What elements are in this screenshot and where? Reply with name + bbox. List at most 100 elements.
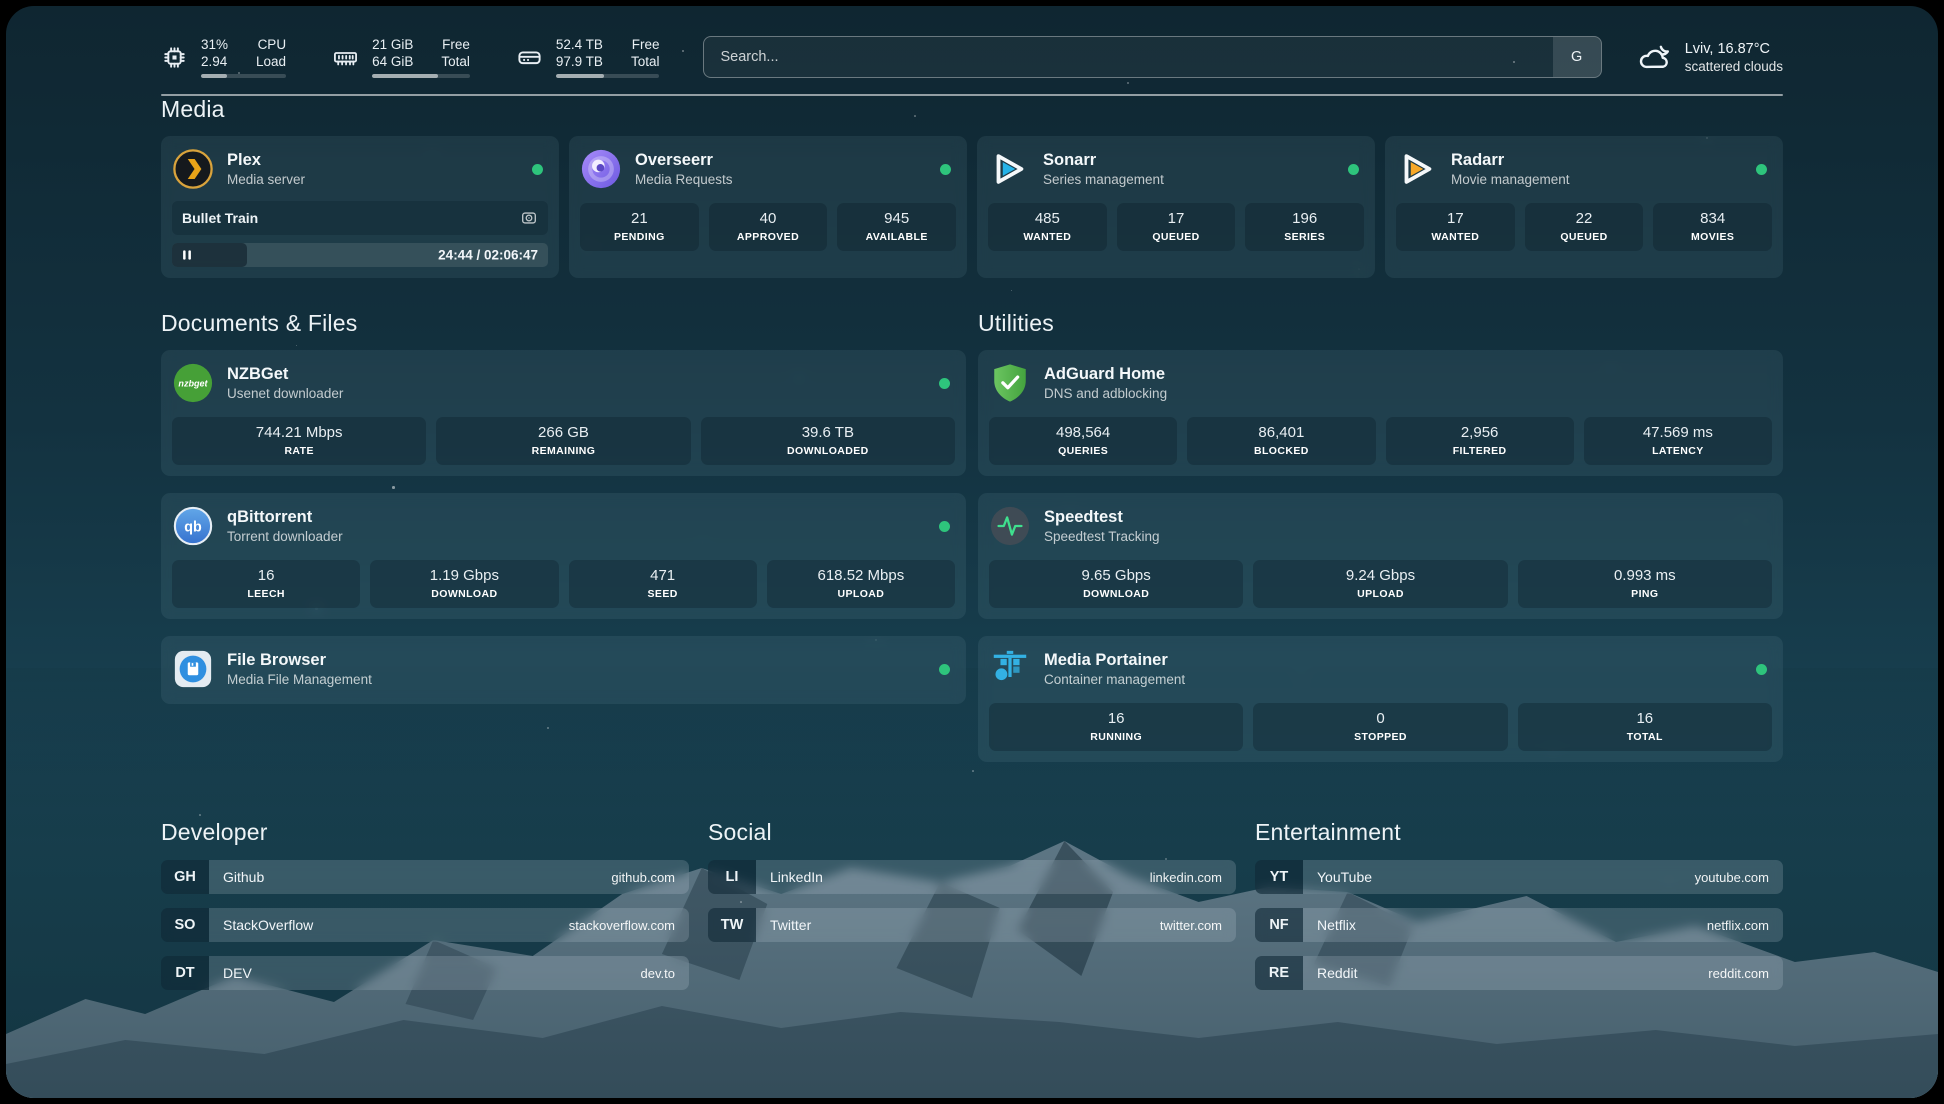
bookmark-group-title: Social (708, 819, 1236, 846)
resource-progress-fill (556, 74, 604, 78)
search-input[interactable] (704, 37, 1552, 77)
bookmark-groups: DeveloperGHGithubgithub.comSOStackOverfl… (161, 819, 1783, 990)
service-header: SonarrSeries management (988, 145, 1364, 193)
service-subtitle: Media server (227, 171, 305, 188)
status-dot-online (1348, 164, 1359, 175)
service-card-sonarr[interactable]: SonarrSeries management485WANTED17QUEUED… (977, 136, 1375, 278)
view-icon (520, 209, 538, 227)
bookmark-abbr: DT (161, 956, 209, 990)
service-subtitle: Movie management (1451, 171, 1570, 188)
service-card-media-portainer[interactable]: Media PortainerContainer management 16RUN… (978, 636, 1783, 762)
service-card-qbittorrent[interactable]: qbqBittorrentTorrent downloader16LEECH1.… (161, 493, 966, 619)
stat-queued: 17QUEUED (1117, 203, 1236, 251)
status-dot-online (939, 378, 950, 389)
resource-progress-fill (372, 74, 438, 78)
bookmark-name: LinkedIn (770, 869, 823, 885)
status-dot-online (940, 164, 951, 175)
stat-label: FILTERED (1388, 444, 1572, 458)
service-stats: 21PENDING40APPROVED945AVAILABLE (580, 203, 956, 251)
stat-value: 47.569 ms (1586, 423, 1770, 442)
bookmark-linkedin[interactable]: LILinkedInlinkedin.com (708, 860, 1236, 894)
bookmark-url: twitter.com (1160, 918, 1222, 933)
stat-queries: 498,564QUERIES (989, 417, 1177, 465)
svg-text:nzbget: nzbget (178, 378, 208, 388)
stat-label: DOWNLOAD (372, 587, 556, 601)
qbittorrent-icon: qb (172, 505, 214, 547)
stat-value: 945 (839, 209, 954, 228)
service-card-plex[interactable]: PlexMedia serverBullet Train24:44 / 02:0… (161, 136, 559, 278)
resource-value: 31% (201, 36, 228, 53)
bookmark-reddit[interactable]: RERedditreddit.com (1255, 956, 1783, 990)
status-dot-online (939, 521, 950, 532)
service-name: Sonarr (1043, 150, 1164, 170)
stat-label: UPLOAD (1255, 587, 1505, 601)
stat-value: 618.52 Mbps (769, 566, 953, 585)
documents-column: Documents & Files nzbgetNZBGetUsenet dow… (161, 310, 966, 704)
now-playing-title: Bullet Train (182, 210, 258, 226)
stat-value: 0.993 ms (1520, 566, 1770, 585)
bookmark-body: Redditreddit.com (1303, 956, 1783, 990)
service-card-nzbget[interactable]: nzbgetNZBGetUsenet downloader744.21 Mbps… (161, 350, 966, 476)
bookmark-abbr: GH (161, 860, 209, 894)
service-subtitle: DNS and adblocking (1044, 385, 1167, 402)
service-name: NZBGet (227, 364, 343, 384)
stat-downloaded: 39.6 TBDOWNLOADED (701, 417, 955, 465)
bookmark-netflix[interactable]: NFNetflixnetflix.com (1255, 908, 1783, 942)
resource-label-column: FreeTotal (631, 36, 660, 70)
stat-label: PENDING (582, 230, 697, 244)
search-provider-button[interactable]: G (1553, 37, 1601, 77)
service-subtitle: Series management (1043, 171, 1164, 188)
pause-icon[interactable] (181, 249, 193, 261)
stat-running: 16RUNNING (989, 703, 1243, 751)
bookmark-stackoverflow[interactable]: SOStackOverflowstackoverflow.com (161, 908, 689, 942)
service-header: nzbgetNZBGetUsenet downloader (172, 359, 955, 407)
service-card-overseerr[interactable]: OverseerrMedia Requests21PENDING40APPROV… (569, 136, 967, 278)
stat-value: 86,401 (1189, 423, 1373, 442)
service-name: Speedtest (1044, 507, 1160, 527)
stat-value: 39.6 TB (703, 423, 953, 442)
service-subtitle: Media File Management (227, 671, 372, 688)
stat-remaining: 266 GBREMAINING (436, 417, 690, 465)
stat-label: APPROVED (711, 230, 826, 244)
service-text: qBittorrentTorrent downloader (227, 507, 343, 545)
stat-label: LEECH (174, 587, 358, 601)
resource-values: 52.4 TB97.9 TBFreeTotal (556, 36, 660, 78)
service-name: Media Portainer (1044, 650, 1185, 670)
bookmark-twitter[interactable]: TWTwittertwitter.com (708, 908, 1236, 942)
resource-progress-bar (556, 74, 660, 78)
stat-value: 1.19 Gbps (372, 566, 556, 585)
stat-value: 0 (1255, 709, 1505, 728)
service-card-speedtest[interactable]: SpeedtestSpeedtest Tracking9.65 GbpsDOWN… (978, 493, 1783, 619)
disk-widget: 52.4 TB97.9 TBFreeTotal (516, 36, 660, 78)
bookmark-abbr: TW (708, 908, 756, 942)
resource-value: 64 GiB (372, 53, 413, 70)
playback-progress-bar: 24:44 / 02:06:47 (172, 243, 548, 267)
stat-value: 196 (1247, 209, 1362, 228)
memory-widget: 21 GiB64 GiBFreeTotal (332, 36, 470, 78)
section-title-media: Media (161, 96, 1783, 123)
service-card-radarr[interactable]: RadarrMovie management17WANTED22QUEUED83… (1385, 136, 1783, 278)
resource-label: Total (631, 53, 660, 70)
bookmark-abbr: NF (1255, 908, 1303, 942)
bookmark-abbr: SO (161, 908, 209, 942)
service-text: Media PortainerContainer management (1044, 650, 1185, 688)
cpu-icon (161, 44, 188, 71)
bookmark-group-title: Entertainment (1255, 819, 1783, 846)
resource-label-column: CPULoad (256, 36, 286, 70)
stat-ping: 0.993 msPING (1518, 560, 1772, 608)
bookmark-dev[interactable]: DTDEVdev.to (161, 956, 689, 990)
bookmark-youtube[interactable]: YTYouTubeyoutube.com (1255, 860, 1783, 894)
service-card-adguard-home[interactable]: AdGuard HomeDNS and adblocking 498,564QUE… (978, 350, 1783, 476)
stat-stopped: 0STOPPED (1253, 703, 1507, 751)
service-text: File BrowserMedia File Management (227, 650, 372, 688)
resource-widgets: 31%2.94CPULoad21 GiB64 GiBFreeTotal52.4 … (161, 36, 659, 78)
service-subtitle: Speedtest Tracking (1044, 528, 1160, 545)
service-name: AdGuard Home (1044, 364, 1167, 384)
stat-movies: 834MOVIES (1653, 203, 1772, 251)
stat-value: 22 (1527, 209, 1642, 228)
weather-location: Lviv, 16.87°C (1685, 40, 1783, 58)
bookmark-github[interactable]: GHGithubgithub.com (161, 860, 689, 894)
stat-value: 9.65 Gbps (991, 566, 1241, 585)
stat-label: AVAILABLE (839, 230, 954, 244)
service-card-file-browser[interactable]: File BrowserMedia File Management (161, 636, 966, 704)
